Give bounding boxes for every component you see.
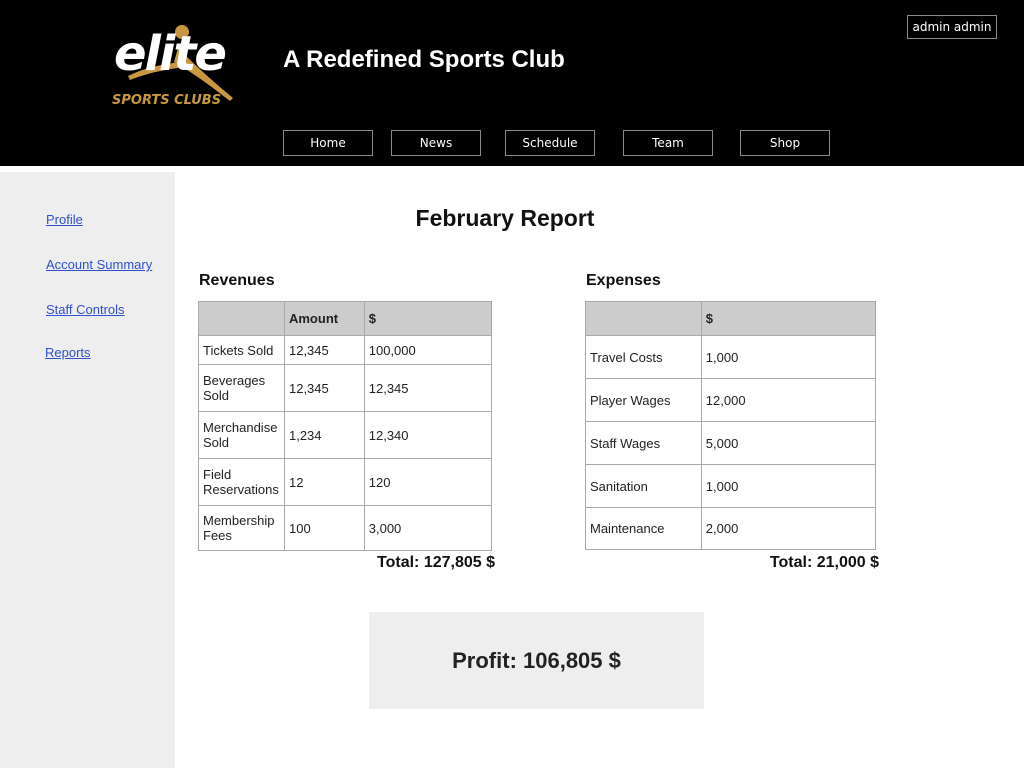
svg-text:SPORTS CLUBS: SPORTS CLUBS [112, 93, 221, 108]
revenue-amount: 1,234 [283, 411, 365, 459]
revenues-total: Total: 127,805 $ [377, 554, 495, 571]
expense-dollars: 12,000 [700, 378, 877, 422]
column-header-amount: Amount [283, 301, 365, 336]
column-header-dollars: $ [363, 301, 493, 336]
expense-item: Maintenance [585, 507, 702, 550]
table-row: Sanitation 1,000 [585, 464, 877, 508]
table-row: Travel Costs 1,000 [585, 335, 877, 379]
sidebar-item-staff-controls[interactable]: Staff Controls [46, 302, 125, 317]
expenses-heading: Expenses [586, 272, 661, 289]
nav-schedule[interactable]: Schedule [505, 130, 595, 156]
revenue-item: Membership Fees [198, 505, 285, 551]
revenues-table: Amount $ Tickets Sold 12,345 100,000 Bev… [198, 301, 493, 551]
expense-item: Player Wages [585, 378, 702, 422]
nav-shop[interactable]: Shop [740, 130, 830, 156]
report-title: February Report [415, 205, 595, 231]
sidebar-item-reports[interactable]: Reports [45, 345, 91, 360]
table-row: Beverages Sold 12,345 12,345 [198, 364, 493, 412]
expenses-total: Total: 21,000 $ [769, 554, 879, 571]
revenue-amount: 100 [283, 505, 365, 551]
sidebar: Profile Account Summary Staff Controls R… [0, 172, 175, 768]
expense-item: Sanitation [585, 464, 702, 508]
revenue-dollars: 12,345 [363, 364, 493, 412]
revenues-heading: Revenues [199, 272, 275, 289]
revenue-dollars: 100,000 [363, 335, 493, 365]
table-row: Field Reservations 12 120 [198, 458, 493, 506]
nav-news[interactable]: News [391, 130, 481, 156]
revenue-dollars: 12,340 [363, 411, 493, 459]
expense-item: Staff Wages [585, 421, 702, 465]
table-header-row: $ [585, 301, 877, 336]
table-header-row: Amount $ [198, 301, 493, 336]
revenue-item: Beverages Sold [198, 364, 285, 412]
table-row: Tickets Sold 12,345 100,000 [198, 335, 493, 365]
profit-value: Profit: 106,805 $ [452, 647, 621, 673]
revenue-item: Field Reservations [198, 458, 285, 506]
site-title: A Redefined Sports Club [283, 46, 565, 73]
site-header: elite SPORTS CLUBS A Redefined Sports Cl… [0, 0, 1024, 166]
revenue-item: Tickets Sold [198, 335, 285, 365]
column-header [585, 301, 702, 336]
column-header [198, 301, 285, 336]
expense-dollars: 1,000 [700, 464, 877, 508]
revenue-dollars: 120 [363, 458, 493, 506]
column-header-dollars: $ [700, 301, 877, 336]
revenue-amount: 12,345 [283, 335, 365, 365]
sidebar-item-profile[interactable]: Profile [46, 212, 83, 227]
svg-text:elite: elite [114, 26, 225, 82]
sidebar-item-account-summary[interactable]: Account Summary [46, 257, 152, 272]
table-row: Membership Fees 100 3,000 [198, 505, 493, 551]
expense-dollars: 5,000 [700, 421, 877, 465]
revenue-item: Merchandise Sold [198, 411, 285, 459]
nav-team[interactable]: Team [623, 130, 713, 156]
table-row: Staff Wages 5,000 [585, 421, 877, 465]
user-menu-button[interactable]: admin admin [907, 15, 997, 39]
expense-dollars: 1,000 [700, 335, 877, 379]
expense-item: Travel Costs [585, 335, 702, 379]
table-row: Player Wages 12,000 [585, 378, 877, 422]
main-nav: Home News Schedule Team Shop [283, 130, 843, 156]
nav-home[interactable]: Home [283, 130, 373, 156]
elite-logo[interactable]: elite SPORTS CLUBS [108, 18, 258, 113]
revenue-amount: 12 [283, 458, 365, 506]
expenses-table: $ Travel Costs 1,000 Player Wages 12,000… [585, 301, 877, 550]
profit-summary: Profit: 106,805 $ [369, 612, 704, 709]
revenue-dollars: 3,000 [363, 505, 493, 551]
revenue-amount: 12,345 [283, 364, 365, 412]
table-row: Merchandise Sold 1,234 12,340 [198, 411, 493, 459]
table-row: Maintenance 2,000 [585, 507, 877, 550]
expense-dollars: 2,000 [700, 507, 877, 550]
